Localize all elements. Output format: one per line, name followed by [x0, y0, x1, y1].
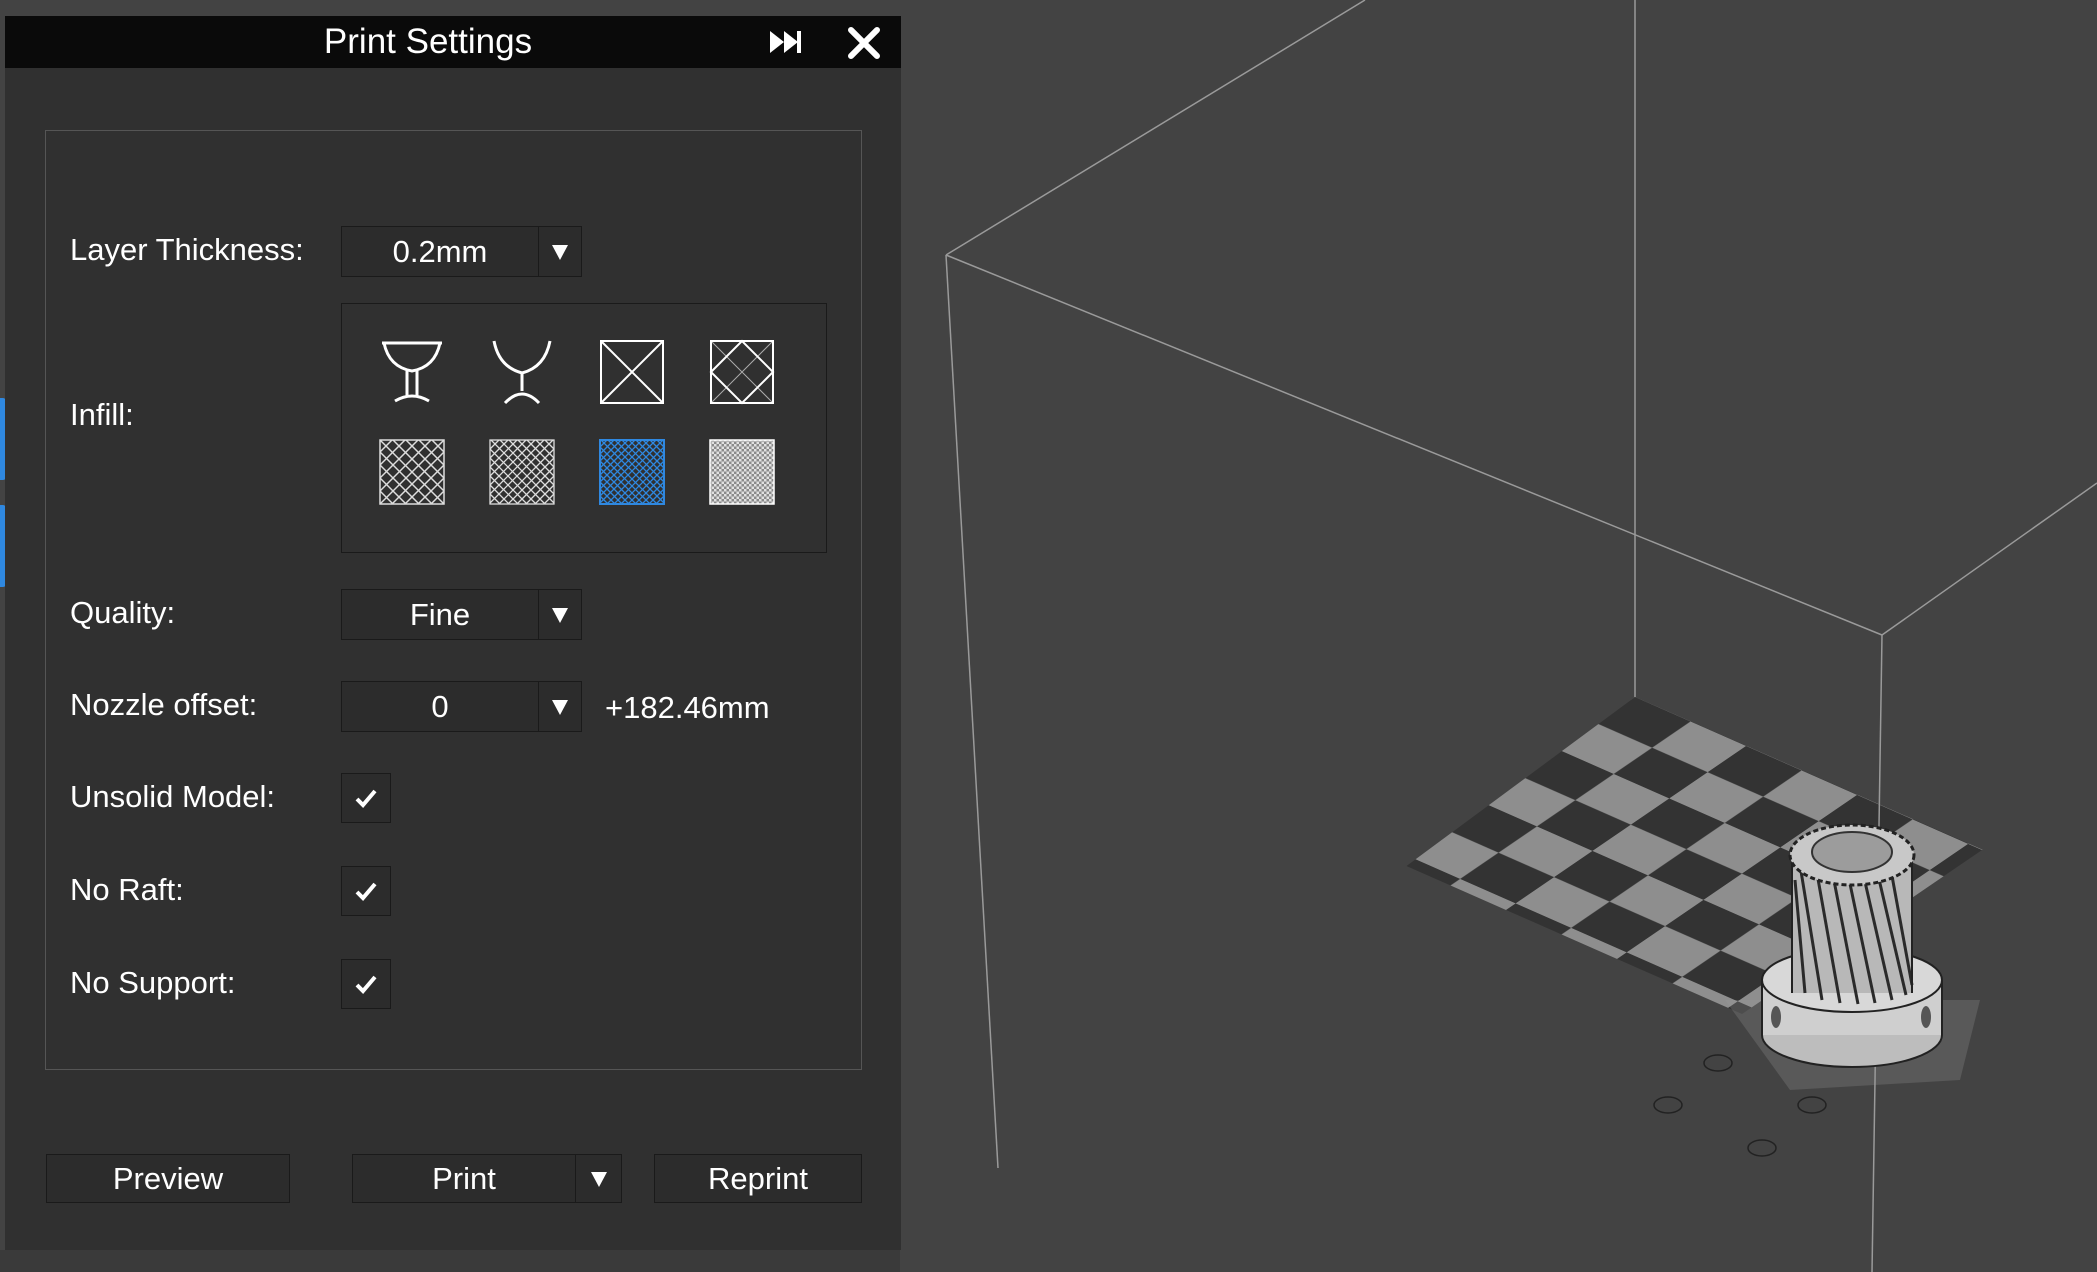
solid-grid-icon[interactable] [709, 439, 775, 505]
layer-thickness-dropdown[interactable]: 0.2mm [341, 226, 582, 277]
dropdown-arrow-icon[interactable] [538, 227, 581, 276]
panel-title: Print Settings [323, 22, 533, 61]
unsolid-model-label: Unsolid Model: [70, 779, 276, 814]
quality-value: Fine [409, 597, 471, 632]
cross-infill-icon[interactable] [599, 339, 665, 405]
no-raft-checkbox[interactable] [341, 866, 391, 916]
nozzle-offset-label: Nozzle offset: [70, 687, 258, 722]
quality-label: Quality: [70, 595, 176, 630]
dropdown-arrow-icon[interactable] [538, 682, 581, 731]
dense-grid-icon[interactable] [599, 439, 665, 505]
checkmark-icon [355, 882, 377, 901]
no-support-checkbox[interactable] [341, 959, 391, 1009]
unsolid-model-checkbox[interactable] [341, 773, 391, 823]
infill-selector [341, 303, 827, 553]
title-bar[interactable]: Print Settings [5, 16, 901, 68]
dropdown-arrow-icon[interactable] [538, 590, 581, 639]
sparse-grid-icon[interactable] [379, 439, 445, 505]
diamond-infill-icon[interactable] [709, 339, 775, 405]
no-support-label: No Support: [70, 965, 236, 1000]
checkmark-icon [355, 975, 377, 994]
nozzle-offset-value: 0 [431, 689, 449, 724]
no-raft-label: No Raft: [70, 872, 184, 907]
dropdown-arrow-icon[interactable] [575, 1155, 621, 1202]
reprint-button[interactable]: Reprint [654, 1154, 862, 1203]
print-settings-panel: Print Settings Layer Thickness: 0.2mm In… [5, 16, 901, 1250]
fast-forward-icon[interactable] [767, 28, 803, 56]
goblet-solid-icon[interactable] [379, 339, 445, 405]
medium-grid-icon[interactable] [489, 439, 555, 505]
nozzle-offset-dropdown[interactable]: 0 [341, 681, 582, 732]
layer-thickness-label: Layer Thickness: [70, 232, 304, 267]
preview-button[interactable]: Preview [46, 1154, 290, 1203]
goblet-hollow-icon[interactable] [489, 339, 555, 405]
panel-bottom-strip [0, 1250, 900, 1272]
quality-dropdown[interactable]: Fine [341, 589, 582, 640]
infill-label: Infill: [70, 397, 134, 432]
checkmark-icon [355, 789, 377, 808]
print-button-label: Print [432, 1161, 496, 1196]
nozzle-offset-total: +182.46mm [605, 690, 770, 725]
print-button[interactable]: Print [352, 1154, 622, 1203]
close-icon[interactable] [847, 26, 881, 60]
layer-thickness-value: 0.2mm [392, 234, 488, 269]
